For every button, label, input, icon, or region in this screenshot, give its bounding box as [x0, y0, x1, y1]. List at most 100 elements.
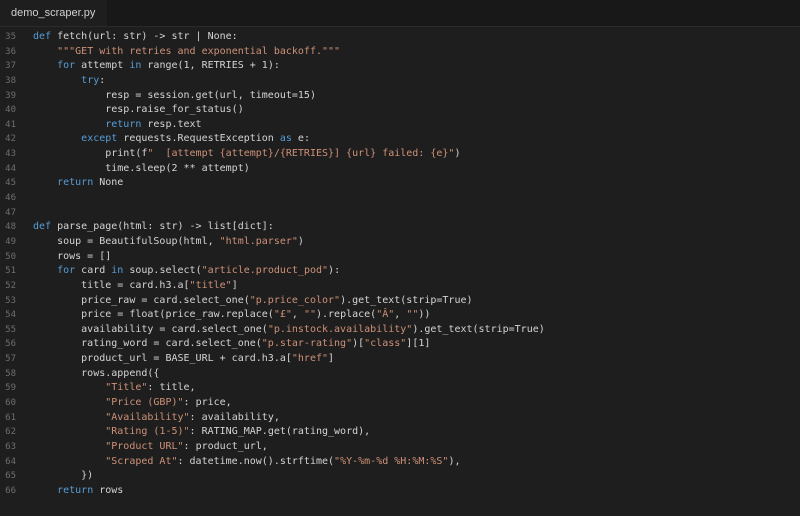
code-token: rating_word = card.select_one( — [33, 338, 262, 350]
code-line[interactable]: 60 "Price (GBP)": price, — [0, 396, 800, 411]
line-number: 40 — [5, 105, 16, 116]
code-token: : product_url, — [183, 440, 268, 452]
code-token: parse_page(html: str) -> list[dict]: — [51, 221, 274, 233]
code-line[interactable]: 48 def parse_page(html: str) -> list[dict… — [0, 220, 800, 235]
keyword-token: return — [105, 118, 142, 130]
line-number: 44 — [5, 163, 16, 174]
code-editor[interactable]: 35 def fetch(url: str) -> str | None: 36 "… — [0, 30, 800, 516]
code-line[interactable]: 59 "Title": title, — [0, 381, 800, 396]
line-number: 48 — [5, 222, 16, 233]
line-number: 37 — [5, 61, 16, 72]
code-token: soup = BeautifulSoup(html, — [33, 235, 220, 247]
code-line[interactable]: 54 price = float(price_raw.replace("£", … — [0, 308, 800, 323]
code-line[interactable]: 46 — [0, 191, 800, 206]
code-token: )) — [418, 309, 431, 321]
code-line[interactable]: 52 title = card.h3.a["title"] — [0, 279, 800, 294]
string-token: "p.star-rating" — [261, 338, 353, 350]
line-number: 43 — [5, 149, 16, 160]
code-line[interactable]: 42 except requests.RequestException as e… — [0, 132, 800, 147]
line-number: 46 — [5, 193, 16, 204]
code-text: "Availability": availability, — [33, 411, 280, 426]
code-token: , — [394, 309, 407, 321]
code-text: for attempt in range(1, RETRIES + 1): — [33, 59, 280, 74]
code-text: def parse_page(html: str) -> list[dict]: — [33, 220, 274, 235]
code-line[interactable]: 38 try: — [0, 74, 800, 89]
code-line[interactable]: 44 time.sleep(2 ** attempt) — [0, 162, 800, 177]
line-number: 60 — [5, 398, 16, 409]
code-token: None — [93, 177, 124, 189]
code-token: ][1] — [406, 338, 431, 350]
code-token: range(1, RETRIES + 1): — [141, 60, 280, 72]
code-text: price_raw = card.select_one("p.price_col… — [33, 294, 473, 309]
keyword-token: return — [57, 177, 94, 189]
code-text: resp.raise_for_status() — [33, 103, 243, 118]
tab-demo-scraper[interactable]: demo_scraper.py — [0, 0, 108, 26]
code-text: rating_word = card.select_one("p.star-ra… — [33, 337, 430, 352]
code-line[interactable]: 40 resp.raise_for_status() — [0, 103, 800, 118]
code-line[interactable]: 58 rows.append({ — [0, 367, 800, 382]
string-token: "Price (GBP)" — [105, 397, 184, 409]
line-number: 59 — [5, 383, 16, 394]
code-line[interactable]: 62 "Rating (1-5)": RATING_MAP.get(rating… — [0, 425, 800, 440]
code-line[interactable]: 51 for card in soup.select("article.prod… — [0, 264, 800, 279]
code-token: : title, — [147, 382, 196, 394]
line-number: 54 — [5, 310, 16, 321]
code-token: rows.append({ — [33, 367, 160, 379]
string-token: "href" — [291, 353, 329, 365]
code-token: ).get_text(strip=True) — [340, 294, 473, 306]
code-line[interactable]: 61 "Availability": availability, — [0, 411, 800, 426]
code-token: time.sleep(2 ** attempt) — [33, 162, 250, 174]
code-text: def fetch(url: str) -> str | None: — [33, 30, 238, 45]
code-line[interactable]: 57 product_url = BASE_URL + card.h3.a["h… — [0, 352, 800, 367]
code-token: price_raw = card.select_one( — [33, 294, 250, 306]
code-text: except requests.RequestException as e: — [33, 132, 310, 147]
code-line[interactable]: 37 for attempt in range(1, RETRIES + 1): — [0, 59, 800, 74]
code-line[interactable]: 66 return rows — [0, 484, 800, 499]
code-text: time.sleep(2 ** attempt) — [33, 162, 250, 177]
code-line[interactable]: 53 price_raw = card.select_one("p.price_… — [0, 294, 800, 309]
string-token: "Rating (1-5)" — [105, 426, 190, 438]
code-line[interactable]: 50 rows = [] — [0, 250, 800, 265]
code-line[interactable]: 41 return resp.text — [0, 118, 800, 133]
code-line[interactable]: 43 print(f" [attempt {attempt}/{RETRIES}… — [0, 147, 800, 162]
string-token: "Product URL" — [105, 440, 184, 452]
code-line[interactable]: 56 rating_word = card.select_one("p.star… — [0, 337, 800, 352]
line-number: 49 — [5, 236, 16, 247]
code-line[interactable]: 45 return None — [0, 176, 800, 191]
code-token: soup.select( — [123, 265, 202, 277]
code-line[interactable]: 64 "Scraped At": datetime.now().strftime… — [0, 455, 800, 470]
code-line[interactable]: 65 }) — [0, 469, 800, 484]
code-token: : RATING_MAP.get(rating_word), — [189, 426, 371, 438]
line-number: 35 — [5, 32, 16, 42]
code-editor-window: demo_scraper.py 35 def fetch(url: str) ->… — [0, 0, 800, 516]
keyword-token: in — [129, 60, 142, 72]
code-token: ).get_text(strip=True) — [412, 323, 545, 335]
string-token: "class" — [364, 338, 407, 350]
code-token: }) — [33, 470, 94, 482]
code-text: return resp.text — [33, 118, 201, 133]
keyword-token: return — [57, 484, 94, 496]
keyword-token: for — [57, 60, 76, 72]
string-token: "£" — [273, 309, 292, 321]
code-line[interactable]: 55 availability = card.select_one("p.ins… — [0, 323, 800, 338]
code-line[interactable]: 63 "Product URL": product_url, — [0, 440, 800, 455]
code-line[interactable]: 35 def fetch(url: str) -> str | None: — [0, 30, 800, 45]
code-line[interactable]: 39 resp = session.get(url, timeout=15) — [0, 89, 800, 104]
line-number: 56 — [5, 339, 16, 350]
string-token: "Availability" — [105, 411, 190, 423]
line-number: 62 — [5, 427, 16, 438]
code-line[interactable]: 36 """GET with retries and exponential b… — [0, 45, 800, 60]
code-line[interactable]: 47 — [0, 206, 800, 221]
code-token: attempt — [75, 60, 130, 72]
code-token: title = card.h3.a[ — [33, 279, 190, 291]
line-number: 52 — [5, 280, 16, 291]
code-token: product_url = BASE_URL + card.h3.a[ — [33, 353, 292, 365]
code-line[interactable]: 49 soup = BeautifulSoup(html, "html.pars… — [0, 235, 800, 250]
string-token: """GET with retries and exponential back… — [57, 45, 341, 57]
